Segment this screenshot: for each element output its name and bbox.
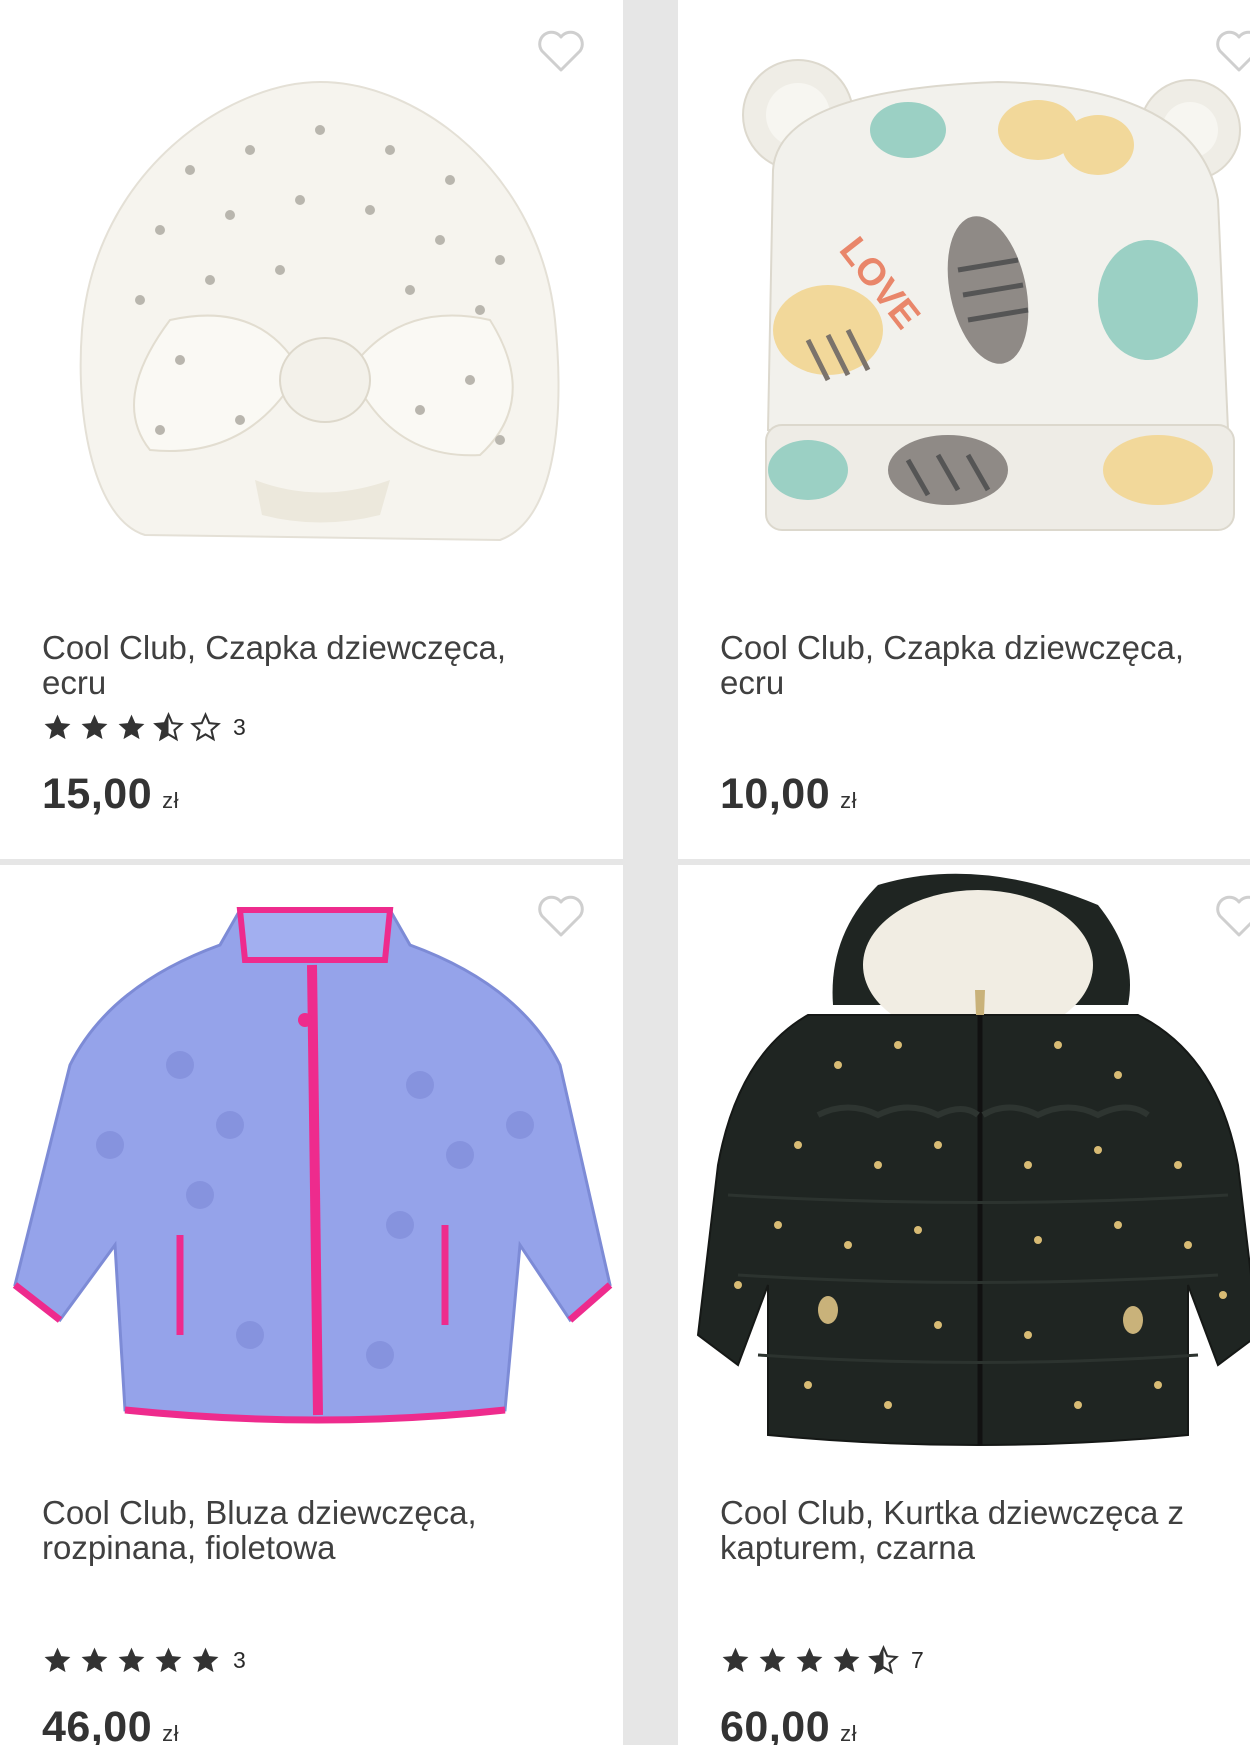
product-image-tiger-hat[interactable]: LOVE <box>678 0 1250 600</box>
star-filled-icon <box>81 714 108 740</box>
star-filled-icon <box>722 1647 749 1673</box>
heart-outline-icon[interactable] <box>1214 28 1250 74</box>
product-rating: 3 <box>42 712 246 743</box>
product-price: 46,00 zł <box>42 1703 179 1745</box>
star-filled-icon <box>759 1647 786 1673</box>
heart-outline-icon[interactable] <box>1214 893 1250 939</box>
star-filled-icon <box>192 1647 219 1673</box>
star-outline-icon <box>190 712 221 742</box>
product-rating: 7 <box>720 1645 924 1676</box>
product-image-fleece-jacket[interactable] <box>0 865 623 1465</box>
product-card[interactable]: Cool Club, Bluza dziewczęca, rozpinana, … <box>0 865 623 1745</box>
star-filled-icon <box>833 1647 860 1673</box>
star-half-icon <box>868 1645 899 1675</box>
product-rating: 3 <box>42 1645 246 1676</box>
product-image-turban-hat[interactable] <box>0 0 623 600</box>
star-filled-icon <box>118 1647 145 1673</box>
product-title[interactable]: Cool Club, Bluza dziewczęca, rozpinana, … <box>42 1495 562 1565</box>
heart-outline-icon[interactable] <box>536 28 586 74</box>
star-filled-icon <box>155 1647 182 1673</box>
product-title[interactable]: Cool Club, Czapka dziewczęca, ecru <box>42 630 562 700</box>
star-filled-icon <box>118 714 145 740</box>
star-filled-icon <box>81 1647 108 1673</box>
rating-count: 7 <box>911 1647 924 1673</box>
product-title[interactable]: Cool Club, Czapka dziewczęca, ecru <box>720 630 1240 700</box>
rating-count: 3 <box>233 714 246 740</box>
rating-count: 3 <box>233 1647 246 1673</box>
star-filled-icon <box>44 714 71 740</box>
star-filled-icon <box>796 1647 823 1673</box>
product-price: 10,00 zł <box>720 770 857 818</box>
star-half-icon <box>153 712 184 742</box>
product-image-puffer-jacket[interactable] <box>678 865 1250 1465</box>
product-price: 60,00 zł <box>720 1703 857 1745</box>
product-title[interactable]: Cool Club, Kurtka dziewczęca z kapturem,… <box>720 1495 1240 1565</box>
star-filled-icon <box>44 1647 71 1673</box>
product-card[interactable]: LOVE Cool Club, Czapka dziewczęca, ecru <box>678 0 1250 859</box>
product-card[interactable]: Cool Club, Czapka dziewczęca, ecru 3 15,… <box>0 0 623 859</box>
heart-outline-icon[interactable] <box>536 893 586 939</box>
product-card[interactable]: Cool Club, Kurtka dziewczęca z kapturem,… <box>678 865 1250 1745</box>
product-price: 15,00 zł <box>42 770 179 818</box>
product-grid: Cool Club, Czapka dziewczęca, ecru 3 15,… <box>0 0 1250 1745</box>
